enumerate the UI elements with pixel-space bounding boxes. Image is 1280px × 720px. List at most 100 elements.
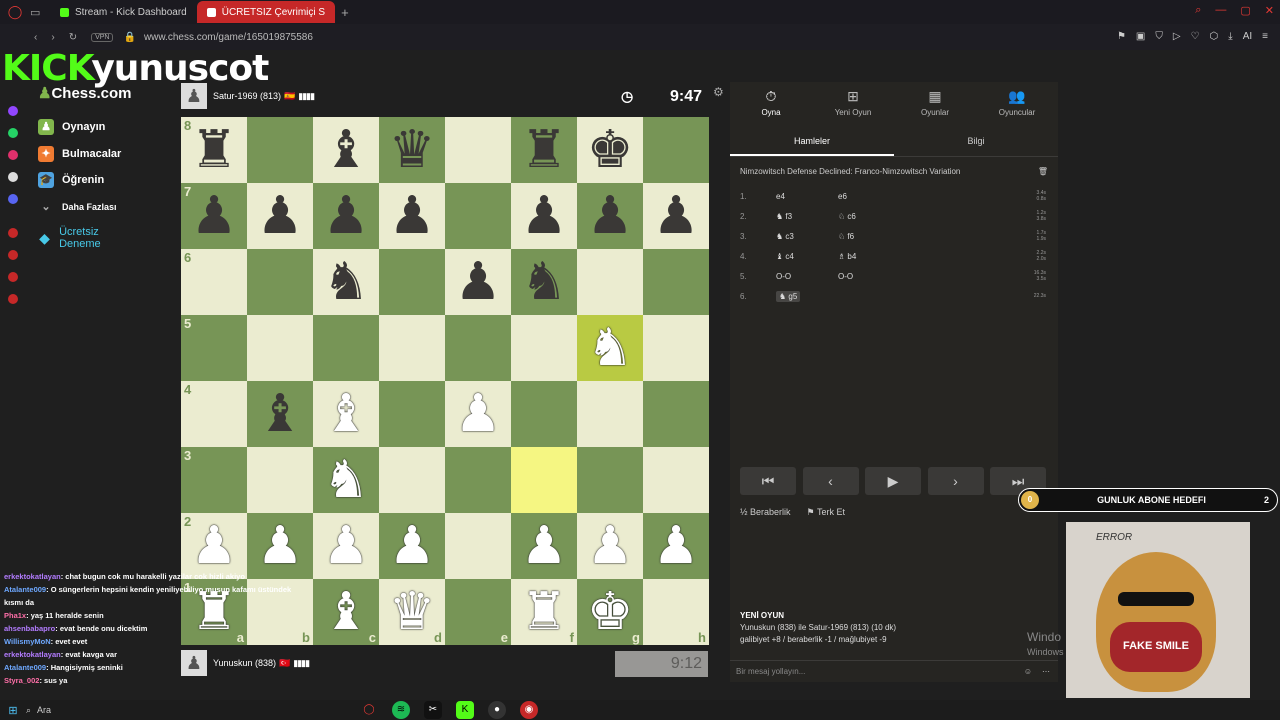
browser-tab-kick[interactable]: Stream - Kick Dashboard	[50, 1, 197, 23]
black-pawn-piece[interactable]: ♟	[587, 190, 634, 242]
url-field[interactable]: www.chess.com/game/165019875586	[144, 32, 313, 43]
square-e3[interactable]	[445, 447, 511, 513]
shield-icon[interactable]: ⛉	[1155, 31, 1163, 42]
first-move-button[interactable]: ⏮	[740, 467, 796, 495]
close-icon[interactable]: ✕	[1265, 4, 1274, 17]
square-h4[interactable]	[643, 381, 709, 447]
white-pawn-piece[interactable]: ♟	[455, 388, 502, 440]
square-g6[interactable]	[577, 249, 643, 315]
menu-icon[interactable]: ≡	[1262, 31, 1268, 42]
chat-username[interactable]: Atalante009	[4, 585, 46, 594]
instagram-icon[interactable]	[8, 150, 18, 160]
vpn-badge[interactable]: VPN	[91, 32, 114, 42]
square-d4[interactable]	[379, 381, 445, 447]
square-f2[interactable]: ♟	[511, 513, 577, 579]
square-d3[interactable]	[379, 447, 445, 513]
square-g8[interactable]: ♚	[577, 117, 643, 183]
chat-username[interactable]: Styra_002	[4, 676, 39, 685]
sidebar-dot-icon[interactable]	[8, 272, 18, 282]
tab-players[interactable]: 👥 Oyuncular	[976, 82, 1058, 122]
square-h2[interactable]: ♟	[643, 513, 709, 579]
square-h6[interactable]	[643, 249, 709, 315]
white-king-piece[interactable]: ♚	[587, 586, 634, 638]
black-bishop-piece[interactable]: ♝	[323, 124, 370, 176]
square-h7[interactable]: ♟	[643, 183, 709, 249]
square-e1[interactable]: e	[445, 579, 511, 645]
white-bishop-piece[interactable]: ♝	[323, 388, 370, 440]
black-pawn-piece[interactable]: ♟	[323, 190, 370, 242]
black-pawn-piece[interactable]: ♟	[389, 190, 436, 242]
tab-grid-icon[interactable]: ▭	[30, 6, 50, 19]
square-e2[interactable]	[445, 513, 511, 579]
square-a8[interactable]: 8 ♜	[181, 117, 247, 183]
square-h1[interactable]: h	[643, 579, 709, 645]
black-move[interactable]: e6	[838, 192, 888, 201]
white-queen-piece[interactable]: ♛	[389, 586, 436, 638]
new-tab-icon[interactable]: +	[341, 5, 349, 20]
black-move[interactable]: ♘ f6	[838, 232, 888, 241]
opera-logo-icon[interactable]: ◯	[0, 4, 30, 20]
white-move[interactable]: e4	[776, 192, 785, 201]
square-g2[interactable]: ♟	[577, 513, 643, 579]
gear-icon[interactable]: ⚙	[713, 85, 724, 99]
ai-button[interactable]: AI	[1243, 31, 1252, 42]
browser-tab-chess[interactable]: ÜCRETSIZ Çevrimiçi S	[196, 1, 336, 23]
square-f8[interactable]: ♜	[511, 117, 577, 183]
square-g3[interactable]	[577, 447, 643, 513]
white-move[interactable]: ♞ g5	[776, 290, 801, 302]
sidebar-item-play[interactable]: ♟ Oynayın	[38, 119, 105, 135]
draw-button[interactable]: ½ Beraberlik	[740, 507, 791, 518]
opera-app-icon[interactable]: ◯	[360, 701, 378, 719]
chat-username[interactable]: Atalante009	[4, 663, 46, 672]
square-d6[interactable]	[379, 249, 445, 315]
chat-username[interactable]: erkektokatlayan	[4, 650, 61, 659]
kick-app-icon[interactable]: K	[456, 701, 474, 719]
white-pawn-piece[interactable]: ♟	[521, 520, 568, 572]
square-e8[interactable]	[445, 117, 511, 183]
black-move[interactable]: O-O	[838, 272, 888, 281]
black-queen-piece[interactable]: ♛	[389, 124, 436, 176]
square-a3[interactable]: 3	[181, 447, 247, 513]
square-c8[interactable]: ♝	[313, 117, 379, 183]
taskbar-search[interactable]: Ara	[37, 705, 51, 715]
download-icon[interactable]: ⤓	[1228, 31, 1232, 42]
sidebar-dot-icon[interactable]	[8, 228, 18, 238]
next-move-button[interactable]: ›	[927, 467, 984, 495]
twitch-icon[interactable]	[8, 106, 18, 116]
white-move[interactable]: ♝ c4	[776, 252, 794, 261]
sidebar-item-more[interactable]: ⌄ Daha Fazlası	[38, 199, 116, 215]
x-icon[interactable]	[8, 172, 18, 182]
chat-username[interactable]: erkektokatlayan	[4, 572, 61, 581]
white-pawn-piece[interactable]: ♟	[323, 520, 370, 572]
player-name[interactable]: Satur-1969 (813)	[213, 91, 281, 101]
tab-moves[interactable]: Hamleler	[730, 126, 894, 156]
black-rook-piece[interactable]: ♜	[521, 124, 568, 176]
black-pawn-piece[interactable]: ♟	[521, 190, 568, 242]
square-h5[interactable]	[643, 315, 709, 381]
capcut-app-icon[interactable]: ✂	[424, 701, 442, 719]
white-knight-piece[interactable]: ♞	[323, 454, 370, 506]
square-h3[interactable]	[643, 447, 709, 513]
forward-icon[interactable]: ›	[51, 32, 54, 43]
bookmark-icon[interactable]: ⚑	[1117, 31, 1126, 42]
tab-info[interactable]: Bilgi	[894, 126, 1058, 156]
chess-board[interactable]: 8 ♜ ♝ ♛ ♜ ♚ 7 ♟ ♟ ♟ ♟ ♟ ♟ ♟ 6 ♞ ♟ ♞ 5 ♞ 4 ♝ ♝ ♟ 3 ♞ 2 ♟ ♟ ♟ ♟ ♟ ♟ ♟ 1 a ♜ b c ♝…	[181, 117, 709, 645]
whatsapp-icon[interactable]	[8, 128, 18, 138]
white-move[interactable]: ♞ f3	[776, 212, 792, 221]
black-move[interactable]: ♗ b4	[838, 252, 888, 261]
black-bishop-piece[interactable]: ♝	[257, 388, 304, 440]
sidebar-item-puzzles[interactable]: ✦ Bulmacalar	[38, 146, 121, 162]
white-move[interactable]: ♞ c3	[776, 232, 794, 241]
spotify-app-icon[interactable]: ≋	[392, 701, 410, 719]
white-pawn-piece[interactable]: ♟	[191, 520, 238, 572]
black-pawn-piece[interactable]: ♟	[455, 256, 502, 308]
square-g4[interactable]	[577, 381, 643, 447]
tab-games[interactable]: ▦ Oyunlar	[894, 82, 976, 122]
square-g1[interactable]: g ♚	[577, 579, 643, 645]
more-options-icon[interactable]: ⋯	[1042, 661, 1050, 683]
previous-move-button[interactable]: ‹	[802, 467, 859, 495]
tab-new-game[interactable]: ⊞ Yeni Oyun	[812, 82, 894, 122]
square-b3[interactable]	[247, 447, 313, 513]
search-icon[interactable]: ⌕	[1195, 4, 1201, 17]
search-icon[interactable]: ⌕	[26, 705, 31, 716]
